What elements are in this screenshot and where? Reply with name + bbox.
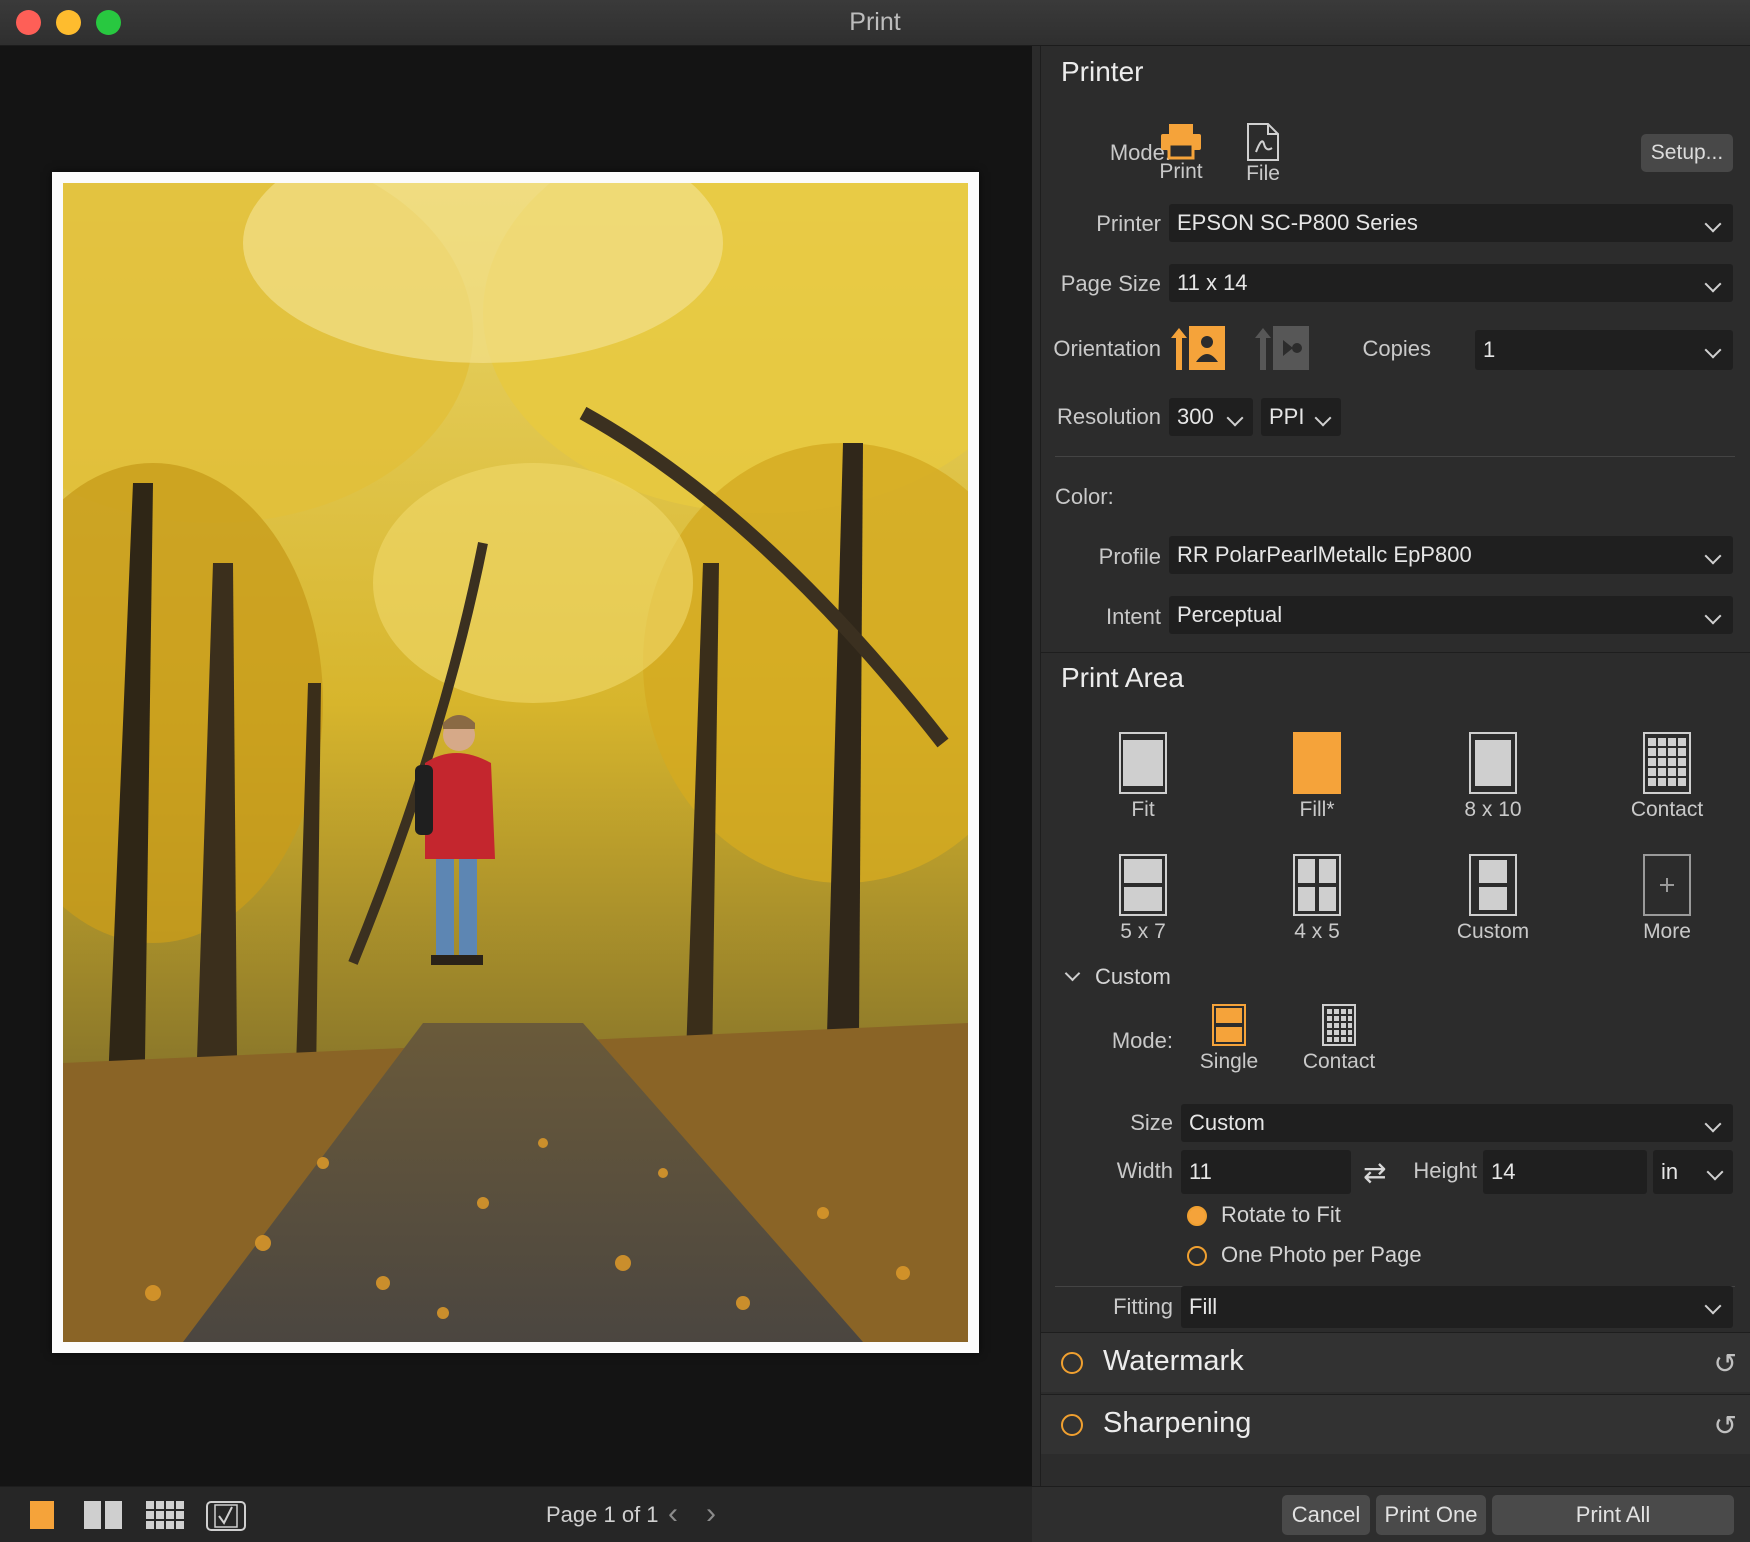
chevron-down-icon <box>1064 965 1081 982</box>
landscape-orientation-icon <box>1255 326 1309 370</box>
chevron-down-icon <box>1314 409 1332 427</box>
printer-section-title: Printer <box>1061 56 1144 87</box>
print-all-button[interactable]: Print All <box>1492 1495 1734 1535</box>
next-page-icon[interactable]: › <box>706 1497 716 1531</box>
custom-mode-contact[interactable]: Contact <box>1289 1004 1389 1074</box>
watermark-enable-toggle[interactable] <box>1061 1352 1083 1374</box>
orientation-landscape-button[interactable] <box>1253 324 1311 372</box>
print-area-section-title: Print Area <box>1061 662 1184 693</box>
width-input[interactable]: 11 <box>1181 1150 1351 1194</box>
mode-file-button[interactable]: File <box>1223 122 1303 186</box>
print-area-custom[interactable]: Custom <box>1433 854 1553 944</box>
paper-sheet <box>52 172 979 1353</box>
chevron-down-icon <box>1704 1115 1722 1133</box>
4x5-layout-icon <box>1293 854 1341 916</box>
preview-photo[interactable] <box>63 183 968 1342</box>
one-photo-per-page-label: One Photo per Page <box>1221 1242 1422 1267</box>
sharpening-section[interactable]: Sharpening ↺ <box>1041 1394 1750 1454</box>
intent-label: Intent <box>1105 604 1161 629</box>
previous-page-icon[interactable]: ‹ <box>668 1497 678 1531</box>
portrait-orientation-icon <box>1171 326 1225 370</box>
resolution-label: Resolution <box>1057 404 1161 429</box>
height-input[interactable]: 14 <box>1483 1150 1647 1194</box>
mode-print-button[interactable]: Print <box>1141 122 1221 184</box>
page-size-label: Page Size <box>1060 271 1161 296</box>
print-area-more[interactable]: More <box>1607 854 1727 944</box>
print-one-button[interactable]: Print One <box>1376 1495 1486 1535</box>
print-area-5x7[interactable]: 5 x 7 <box>1083 854 1203 944</box>
reset-icon[interactable]: ↺ <box>1714 1347 1737 1380</box>
chevron-down-icon <box>1704 275 1722 293</box>
custom-size-select[interactable]: Custom <box>1181 1104 1733 1142</box>
chevron-down-icon <box>1704 341 1722 359</box>
two-page-view-icon[interactable] <box>84 1501 122 1529</box>
page-size-select[interactable]: 11 x 14 <box>1169 264 1733 302</box>
soft-proof-icon[interactable] <box>206 1501 246 1531</box>
5x7-layout-icon <box>1119 854 1167 916</box>
pdf-file-icon <box>1247 123 1279 161</box>
rotate-to-fit-label: Rotate to Fit <box>1221 1202 1341 1227</box>
page-indicator: Page 1 of 1 <box>546 1502 659 1527</box>
profile-label: Profile <box>1098 544 1161 569</box>
intent-select[interactable]: Perceptual <box>1169 596 1733 634</box>
contact-grid-icon <box>1322 1004 1356 1046</box>
bottom-bar: Page 1 of 1 ‹ › Cancel Print One Print A… <box>0 1486 1750 1542</box>
print-area-8x10[interactable]: 8 x 10 <box>1433 732 1553 822</box>
print-settings-panel: Printer Mode: Print File Setup... Printe… <box>1040 46 1750 1486</box>
custom-layout-icon <box>1469 854 1517 916</box>
grid-view-icon[interactable] <box>146 1501 184 1529</box>
orientation-label: Orientation <box>1053 336 1161 361</box>
color-label: Color: <box>1055 484 1114 509</box>
fitting-select[interactable]: Fill <box>1181 1286 1733 1328</box>
print-area-4x5[interactable]: 4 x 5 <box>1257 854 1377 944</box>
resolution-select[interactable]: 300 <box>1169 398 1253 436</box>
size-label: Size <box>1130 1110 1173 1135</box>
rotate-to-fit-radio[interactable] <box>1187 1206 1207 1226</box>
custom-section-toggle[interactable]: Custom <box>1064 964 1205 992</box>
custom-mode-single[interactable]: Single <box>1189 1004 1269 1074</box>
fill-layout-icon <box>1293 732 1341 794</box>
section-divider <box>1041 652 1750 653</box>
chevron-down-icon <box>1704 547 1722 565</box>
preview-toolbar: Page 1 of 1 ‹ › <box>0 1487 1032 1542</box>
watermark-section[interactable]: Watermark ↺ <box>1041 1332 1750 1392</box>
copies-select[interactable]: 1 <box>1475 330 1733 370</box>
print-area-contact[interactable]: Contact <box>1607 732 1727 822</box>
setup-button[interactable]: Setup... <box>1641 134 1733 172</box>
copies-label: Copies <box>1362 336 1431 361</box>
sharpening-enable-toggle[interactable] <box>1061 1414 1083 1436</box>
profile-select[interactable]: RR PolarPearlMetallc EpP800 <box>1169 536 1733 574</box>
contact-sheet-icon <box>1643 732 1691 794</box>
chevron-down-icon <box>1706 1163 1724 1181</box>
window-title: Print <box>849 8 901 36</box>
divider <box>1055 456 1735 457</box>
one-photo-per-page-radio[interactable] <box>1187 1246 1207 1266</box>
unit-select[interactable]: in <box>1653 1150 1733 1194</box>
title-bar: Print <box>0 0 1750 46</box>
printer-icon <box>1161 124 1201 160</box>
8x10-layout-icon <box>1469 732 1517 794</box>
fitting-label: Fitting <box>1113 1294 1173 1319</box>
single-page-view-icon[interactable] <box>30 1501 54 1529</box>
chevron-down-icon <box>1704 607 1722 625</box>
cancel-button[interactable]: Cancel <box>1282 1495 1370 1535</box>
print-preview <box>0 46 1032 1486</box>
fit-layout-icon <box>1119 732 1167 794</box>
orientation-portrait-button[interactable] <box>1169 324 1227 372</box>
resolution-unit-select[interactable]: PPI <box>1261 398 1341 436</box>
print-area-fill[interactable]: Fill* <box>1257 732 1377 822</box>
printer-select[interactable]: EPSON SC-P800 Series <box>1169 204 1733 242</box>
reset-icon[interactable]: ↺ <box>1714 1409 1737 1442</box>
swap-dimensions-icon[interactable]: ⇄ <box>1363 1156 1386 1189</box>
chevron-down-icon <box>1704 215 1722 233</box>
chevron-down-icon <box>1226 409 1244 427</box>
print-area-fit[interactable]: Fit <box>1083 732 1203 822</box>
custom-mode-label: Mode: <box>1111 1028 1173 1053</box>
printer-label: Printer <box>1096 211 1161 236</box>
chevron-down-icon <box>1704 1297 1722 1315</box>
height-label: Height <box>1413 1158 1477 1183</box>
single-layout-icon <box>1212 1004 1246 1046</box>
plus-icon <box>1643 854 1691 916</box>
width-label: Width <box>1116 1158 1173 1183</box>
